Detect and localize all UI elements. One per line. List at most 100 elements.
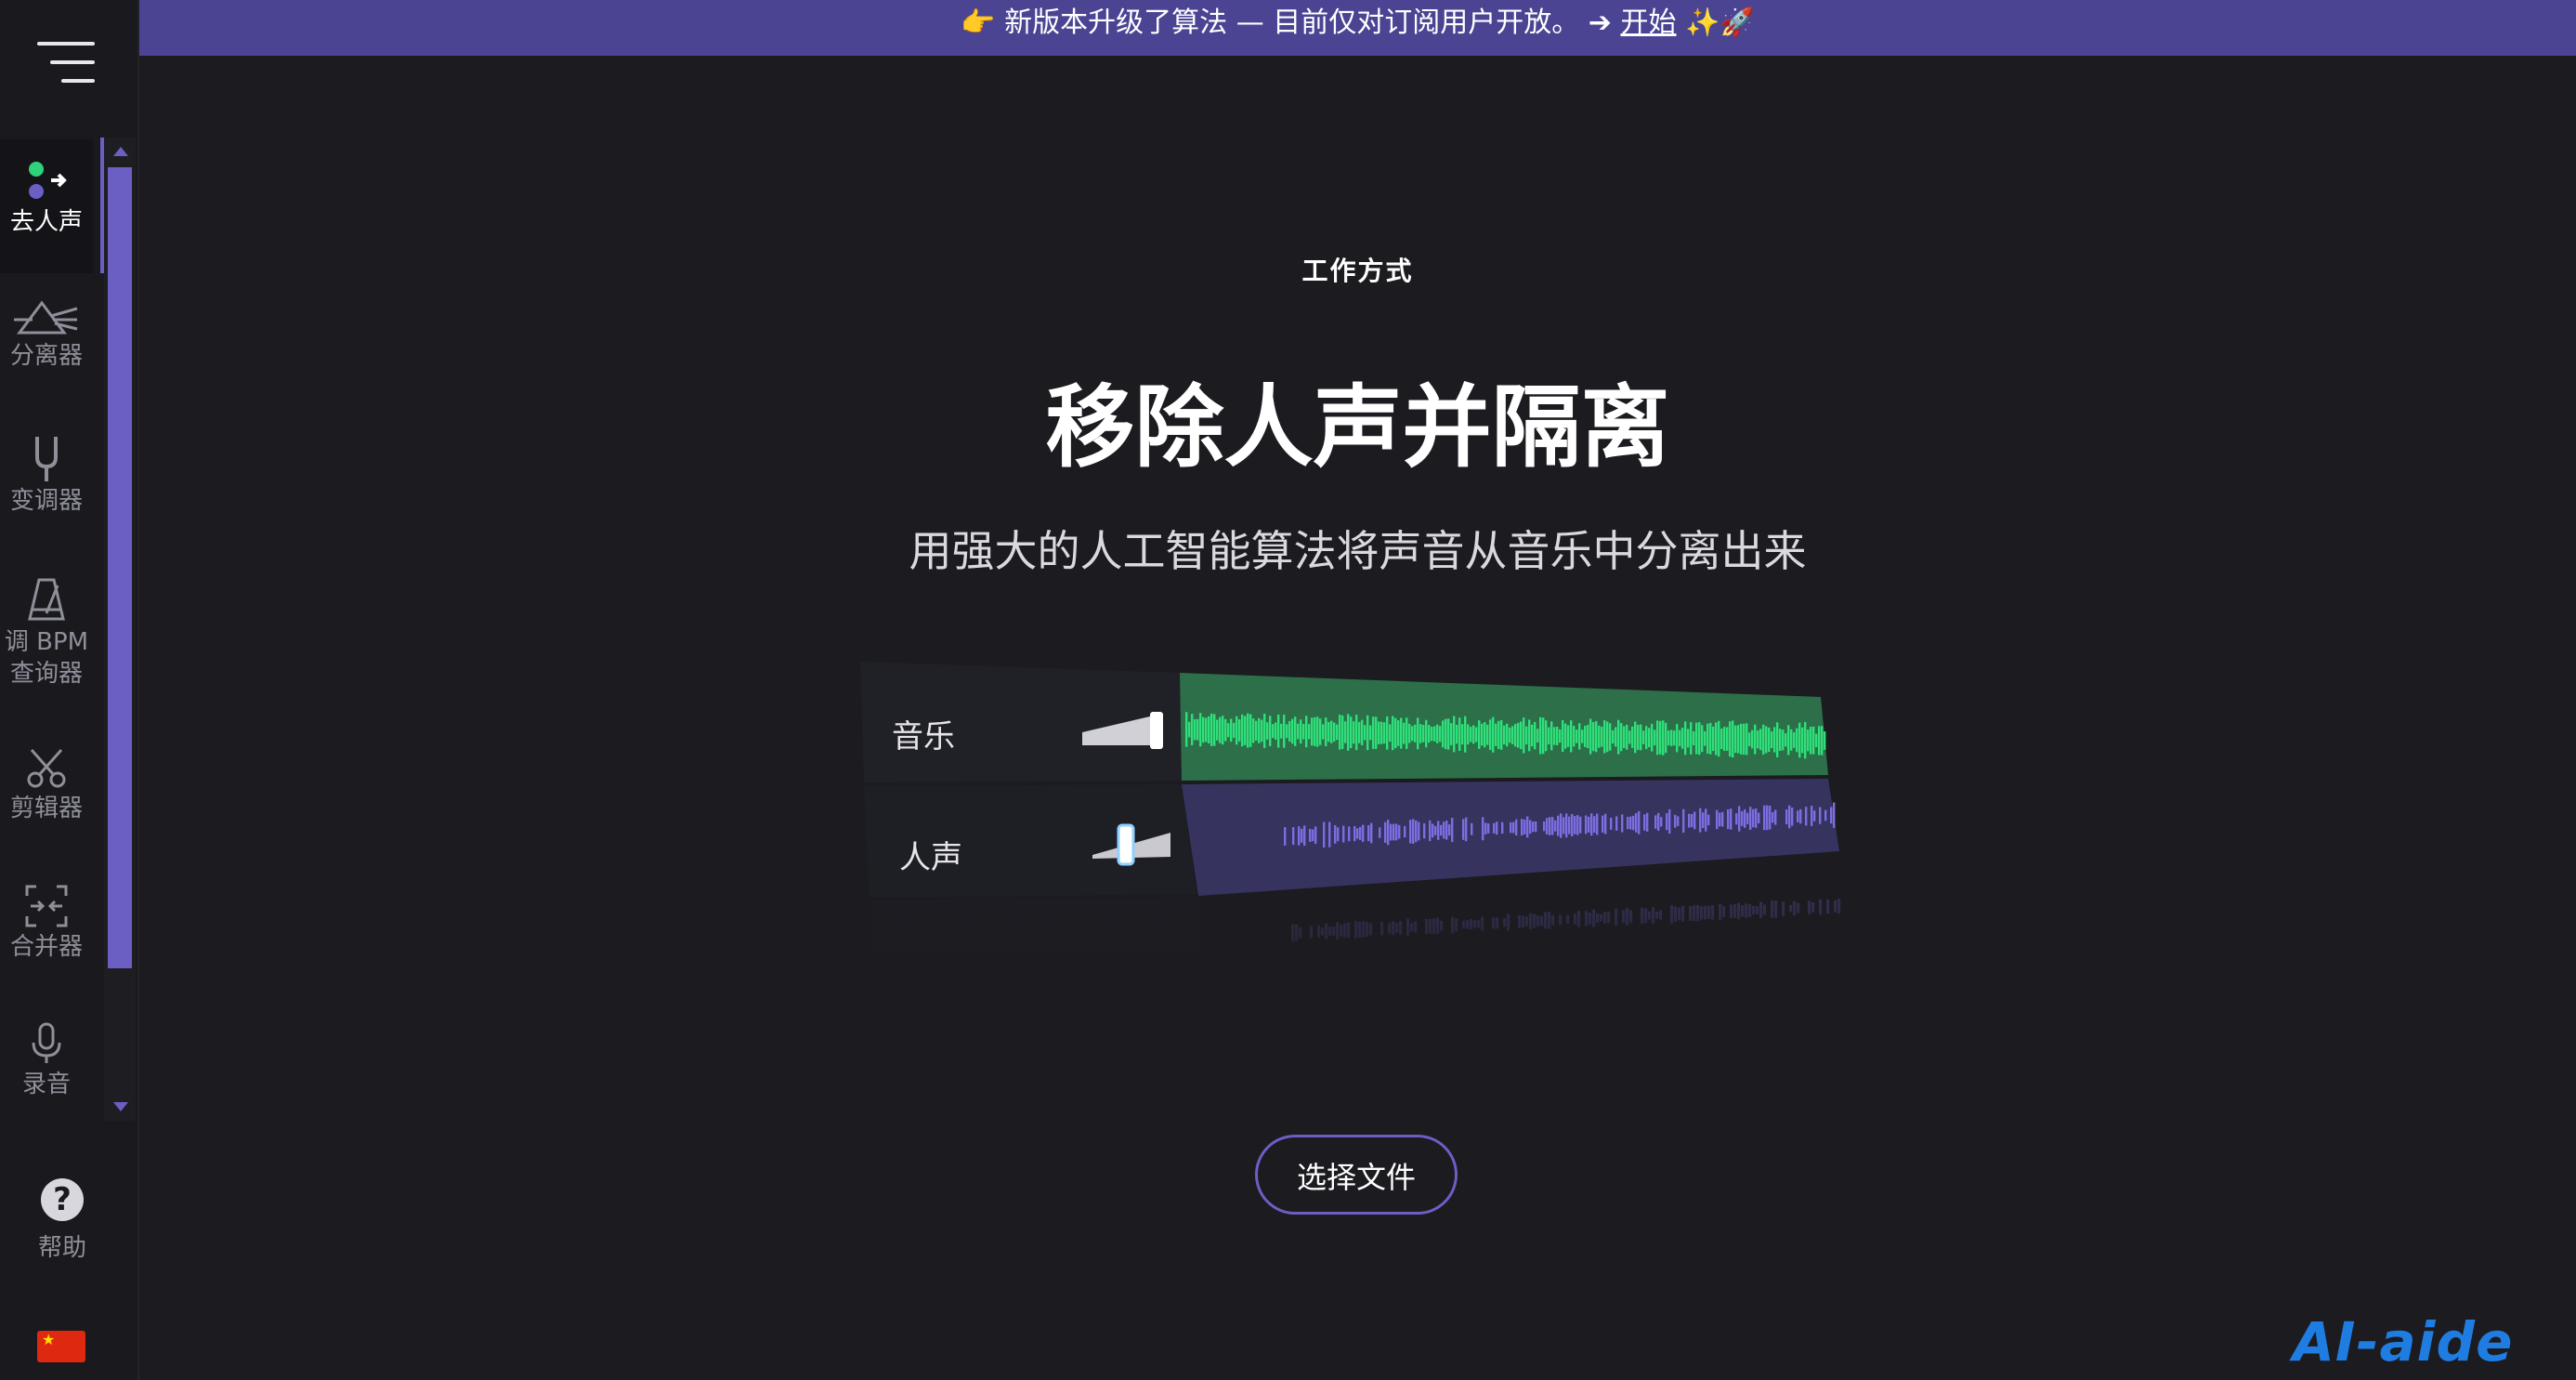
waveform-bar — [1646, 812, 1649, 832]
waveform-bar — [1615, 727, 1617, 747]
waveform-bar — [1720, 729, 1723, 750]
scroll-down-arrow-icon[interactable] — [113, 1102, 128, 1111]
waveform-bar — [1659, 720, 1662, 755]
waveform-bar — [1409, 820, 1412, 844]
sidebar-item-pitch-changer[interactable]: 变调器 — [0, 435, 93, 517]
waveform-bar — [1628, 730, 1631, 744]
waveform-bar — [1656, 720, 1659, 756]
waveform-bar — [1472, 725, 1475, 744]
waveform-bar — [1337, 827, 1340, 842]
waveform-bar — [1744, 808, 1746, 828]
waveform-bar — [1433, 726, 1436, 742]
waveform-bar — [1588, 816, 1590, 833]
waveform-bar — [1679, 729, 1681, 746]
waveform-bar — [1369, 725, 1372, 741]
waveform-bar — [1563, 817, 1565, 835]
scroll-up-arrow-icon[interactable] — [113, 147, 128, 156]
waveform-bar — [1238, 719, 1241, 742]
waveform-bar — [1422, 725, 1425, 743]
waveform-bar — [1520, 721, 1523, 750]
vocal-remover-icon — [29, 162, 67, 199]
waveform-bar — [1333, 722, 1336, 743]
waveform-bar — [1390, 823, 1393, 841]
waveform-bar — [1497, 720, 1500, 749]
waveform-bar — [1712, 726, 1715, 752]
sidebar-item-label: 合并器 — [9, 933, 83, 961]
sidebar: 去人声 分离器 变调器 调 BPM 查询器 剪辑器 合并器 录音 ? 帮助 ★ — [0, 0, 139, 1380]
waveform-bar — [1216, 719, 1219, 741]
waveform-bar — [1737, 725, 1740, 754]
waveform-bar — [1194, 718, 1196, 741]
waveform-bar — [1640, 724, 1642, 751]
waveform-bar — [1311, 717, 1314, 746]
sidebar-item-recorder[interactable]: 录音 — [0, 1022, 93, 1100]
waveform-bar — [1403, 722, 1406, 744]
waveform-bar — [1411, 726, 1414, 742]
waveform-bar — [1506, 723, 1509, 747]
waveform-bar — [1730, 808, 1733, 830]
waveform-bar — [1715, 722, 1718, 756]
sidebar-item-bpm-finder[interactable]: 调 BPM 查询器 — [0, 576, 93, 690]
waveform-bar — [1585, 815, 1588, 835]
sidebar-item-cutter[interactable]: 剪辑器 — [0, 748, 93, 824]
waveform-bar — [1648, 728, 1651, 748]
waveform-bar — [1465, 817, 1468, 842]
waveform-bar — [1397, 720, 1400, 746]
waveform-bar — [1515, 819, 1518, 835]
waveform-bar — [1230, 718, 1233, 743]
waveform-bar — [1788, 805, 1791, 829]
joiner-icon — [25, 885, 68, 927]
watermark-logo: AI-aide — [2293, 1310, 2514, 1373]
waveform-bar — [1534, 721, 1536, 750]
waveform-bar — [1657, 812, 1660, 831]
waveform-bar — [1576, 815, 1579, 835]
sidebar-item-vocal-remover[interactable]: 去人声 — [0, 139, 93, 273]
waveform-bar — [1412, 819, 1415, 844]
waveform-bar — [1620, 723, 1623, 752]
waveform-bar — [1798, 722, 1801, 758]
waveform-bar — [1199, 713, 1202, 747]
help-button[interactable]: ? 帮助 — [28, 1178, 97, 1263]
waveform-bar — [1471, 822, 1473, 835]
waveform-bar — [1702, 812, 1705, 828]
waveform-bar — [1726, 727, 1729, 751]
waveform-bar — [1300, 719, 1302, 744]
waveform-bar — [1645, 726, 1648, 750]
language-flag-icon[interactable]: ★ — [37, 1331, 85, 1362]
waveform-bar — [1205, 717, 1208, 743]
waveform-bar — [1769, 806, 1772, 830]
waveform-bar — [1626, 724, 1628, 750]
choose-file-button[interactable]: 选择文件 — [1255, 1135, 1458, 1215]
sidebar-scrollbar[interactable] — [104, 138, 136, 1121]
menu-hamburger-icon[interactable] — [37, 42, 95, 85]
waveform-bar — [1356, 828, 1359, 839]
sidebar-item-label: 录音 — [21, 1071, 71, 1098]
sidebar-item-joiner[interactable]: 合并器 — [0, 885, 93, 963]
waveform-bar — [1602, 815, 1604, 833]
waveform-bar — [1375, 716, 1378, 749]
waveform-bar — [1707, 814, 1710, 826]
waveform-bar — [1773, 727, 1776, 753]
help-label: 帮助 — [37, 1234, 86, 1262]
waveform-bar — [1436, 724, 1439, 743]
waveform-bar — [1799, 808, 1802, 824]
scroll-thumb[interactable] — [108, 167, 132, 968]
waveform-bar — [1252, 718, 1255, 743]
waveform-bar — [1589, 718, 1592, 755]
waveform-bar — [1266, 722, 1269, 740]
waveform-bar — [1342, 825, 1345, 843]
waveform-bar — [1621, 814, 1624, 833]
banner-start-link[interactable]: 开始 — [1620, 7, 1676, 39]
waveform-bar — [1766, 805, 1769, 831]
waveform-bar — [1660, 817, 1663, 827]
help-icon: ? — [41, 1178, 84, 1221]
waveform-bar — [1456, 724, 1458, 744]
waveform-bar — [1486, 724, 1489, 745]
waveform-bar — [1819, 807, 1822, 824]
waveform-bar — [1312, 829, 1314, 842]
waveform-bar — [1314, 716, 1316, 746]
waveform-bar — [1729, 721, 1732, 757]
waveform-bar — [1818, 726, 1821, 756]
sidebar-item-splitter[interactable]: 分离器 — [0, 299, 93, 372]
waveform-bar — [1448, 824, 1451, 836]
